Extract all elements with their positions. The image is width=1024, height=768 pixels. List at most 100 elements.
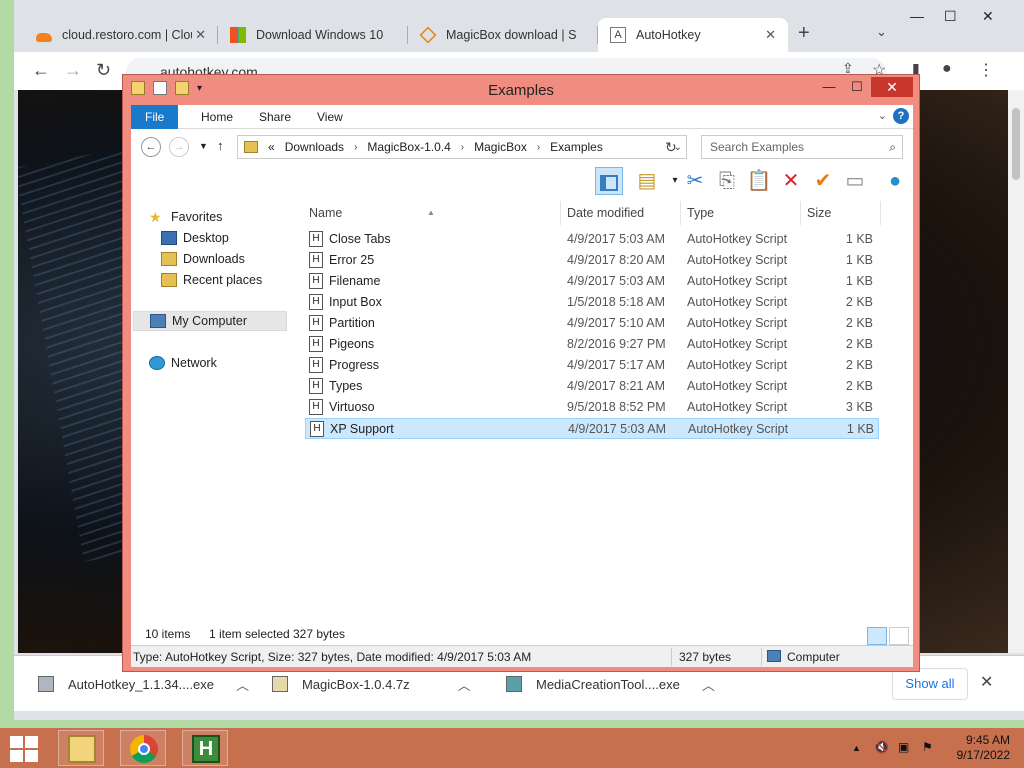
windows-logo-icon <box>10 736 23 748</box>
diamond-icon <box>419 26 437 44</box>
close-downloads-icon[interactable]: ✕ <box>980 672 993 692</box>
maximize-icon[interactable]: ☐ <box>843 77 871 97</box>
tab-restoro[interactable]: cloud.restoro.com | Clou ✕ <box>24 18 218 52</box>
cut-icon[interactable]: ✂ <box>681 167 709 195</box>
taskbar-chrome[interactable] <box>120 730 166 766</box>
checkmark-icon[interactable]: ✔ <box>809 167 837 195</box>
tab-magicbox[interactable]: MagicBox download | So <box>408 18 598 52</box>
tab-file[interactable]: File <box>131 105 179 129</box>
column-header-type[interactable]: Type <box>681 201 801 225</box>
autohotkey-icon: H <box>192 735 220 763</box>
recent-locations-icon[interactable]: ▼ <box>199 141 208 151</box>
network-tray-icon[interactable]: ▣ <box>898 740 909 754</box>
action-center-icon[interactable]: ⚑ <box>922 740 933 754</box>
download-item[interactable]: AutoHotkey_1.1.34....exe ︿ <box>38 672 249 696</box>
file-row[interactable]: H Pigeons 8/2/2016 9:27 PM AutoHotkey Sc… <box>305 334 879 355</box>
back-icon[interactable]: ← <box>141 137 161 157</box>
breadcrumb-magicbox-version[interactable]: MagicBox-1.0.4 <box>367 140 450 154</box>
file-row[interactable]: H Virtuoso 9/5/2018 8:52 PM AutoHotkey S… <box>305 397 879 418</box>
chevron-up-icon[interactable]: ︿ <box>458 675 471 694</box>
volume-muted-icon[interactable]: 🔇 <box>874 740 889 754</box>
organize-folder-icon[interactable]: ▤ <box>633 167 661 195</box>
column-header-date[interactable]: Date modified <box>561 201 681 225</box>
chevron-up-icon[interactable]: ︿ <box>236 675 249 694</box>
file-row[interactable]: H Input Box 1/5/2018 5:18 AM AutoHotkey … <box>305 292 879 313</box>
paste-icon[interactable]: 📋 <box>745 167 773 195</box>
new-tab-icon[interactable]: + <box>798 22 810 45</box>
details-view-icon[interactable] <box>867 627 887 645</box>
back-icon[interactable]: ← <box>32 60 50 81</box>
tab-search-icon[interactable]: ⌄ <box>876 24 887 40</box>
show-all-button[interactable]: Show all <box>892 668 968 700</box>
close-tab-icon[interactable]: ✕ <box>195 27 206 43</box>
forward-icon[interactable]: → <box>64 60 82 81</box>
system-clock[interactable]: 9:45 AM 9/17/2022 <box>946 733 1010 763</box>
nav-favorites[interactable]: ★ Favorites <box>149 207 222 227</box>
breadcrumb-examples[interactable]: Examples <box>550 140 603 154</box>
download-item[interactable]: MediaCreationTool....exe ︿ <box>506 672 715 696</box>
tab-view[interactable]: View <box>303 105 357 129</box>
close-window-icon[interactable]: ✕ <box>982 8 994 25</box>
rename-icon[interactable]: ▭ <box>841 167 869 195</box>
reload-icon[interactable]: ↻ <box>96 60 111 81</box>
close-window-button[interactable]: ✕ <box>871 77 913 97</box>
taskbar-file-explorer[interactable] <box>58 730 104 766</box>
help-icon[interactable]: ? <box>893 108 909 124</box>
chevron-right-icon[interactable]: › <box>461 142 464 153</box>
page-scrollbar[interactable] <box>1008 90 1024 653</box>
minimize-icon[interactable]: — <box>815 77 843 97</box>
forward-icon[interactable]: → <box>169 137 189 157</box>
explorer-title-bar[interactable]: ▾ Examples — ☐ ✕ <box>123 75 919 105</box>
file-row[interactable]: H Error 25 4/9/2017 8:20 AM AutoHotkey S… <box>305 250 879 271</box>
nav-desktop[interactable]: Desktop <box>161 228 229 248</box>
search-icon[interactable]: ⌕ <box>889 136 896 158</box>
column-header-size[interactable]: Size <box>801 201 881 225</box>
globe-icon[interactable]: ● <box>881 167 909 195</box>
profile-avatar-icon[interactable]: ● <box>942 60 952 78</box>
nav-network[interactable]: Network <box>149 353 217 373</box>
download-item[interactable]: MagicBox-1.0.4.7z ︿ <box>272 672 471 696</box>
close-tab-icon[interactable]: ✕ <box>765 27 776 43</box>
windows-logo-icon <box>230 27 246 43</box>
show-hidden-icons-icon[interactable]: ▲ <box>852 743 861 753</box>
file-row[interactable]: H Partition 4/9/2017 5:10 AM AutoHotkey … <box>305 313 879 334</box>
column-header-name[interactable]: Name ▲ <box>303 201 561 225</box>
file-row[interactable]: H Progress 4/9/2017 5:17 AM AutoHotkey S… <box>305 355 879 376</box>
minimize-icon[interactable]: — <box>910 8 924 24</box>
refresh-icon[interactable]: ↻ <box>665 139 677 156</box>
taskbar-autohotkey[interactable]: H <box>182 730 228 766</box>
tab-share[interactable]: Share <box>245 105 305 129</box>
status-bar: 10 items 1 item selected 327 bytes <box>131 623 913 645</box>
breadcrumb[interactable]: « Downloads › MagicBox-1.0.4 › MagicBox … <box>237 135 687 159</box>
preview-pane-icon[interactable] <box>595 167 623 195</box>
start-button[interactable] <box>10 736 38 762</box>
chevron-up-icon[interactable]: ︿ <box>702 675 715 694</box>
nav-downloads[interactable]: Downloads <box>161 249 245 269</box>
search-input[interactable]: Search Examples ⌕ <box>701 135 903 159</box>
details-location: Computer <box>787 650 840 664</box>
delete-icon[interactable]: ✕ <box>777 167 805 195</box>
cloud-icon <box>36 32 52 42</box>
tab-windows[interactable]: Download Windows 10 <box>218 18 408 52</box>
scrollbar-thumb[interactable] <box>1012 108 1020 180</box>
file-row-selected[interactable]: H XP Support 4/9/2017 5:03 AM AutoHotkey… <box>305 418 879 439</box>
breadcrumb-magicbox[interactable]: MagicBox <box>474 140 527 154</box>
ribbon-tabs: File Home Share View ⌄ ? <box>131 105 913 129</box>
file-row[interactable]: H Types 4/9/2017 8:21 AM AutoHotkey Scri… <box>305 376 879 397</box>
maximize-icon[interactable]: ☐ <box>944 8 957 25</box>
nav-recent-places[interactable]: Recent places <box>161 270 262 290</box>
nav-my-computer[interactable]: My Computer <box>133 311 287 331</box>
tab-autohotkey[interactable]: A AutoHotkey ✕ <box>598 18 788 52</box>
chrome-menu-icon[interactable]: ⋮ <box>978 60 994 80</box>
large-icons-view-icon[interactable] <box>889 627 909 645</box>
chevron-right-icon[interactable]: › <box>354 142 357 153</box>
file-row[interactable]: H Close Tabs 4/9/2017 5:03 AM AutoHotkey… <box>305 229 879 250</box>
breadcrumb-downloads[interactable]: Downloads <box>285 140 344 154</box>
tab-home[interactable]: Home <box>187 105 247 129</box>
copy-icon[interactable]: ⎘ <box>713 167 741 195</box>
chevron-right-icon[interactable]: › <box>537 142 540 153</box>
star-icon: ★ <box>149 209 162 225</box>
file-row[interactable]: H Filename 4/9/2017 5:03 AM AutoHotkey S… <box>305 271 879 292</box>
up-arrow-icon[interactable]: ↑ <box>217 138 224 153</box>
expand-ribbon-icon[interactable]: ⌄ <box>878 109 887 122</box>
